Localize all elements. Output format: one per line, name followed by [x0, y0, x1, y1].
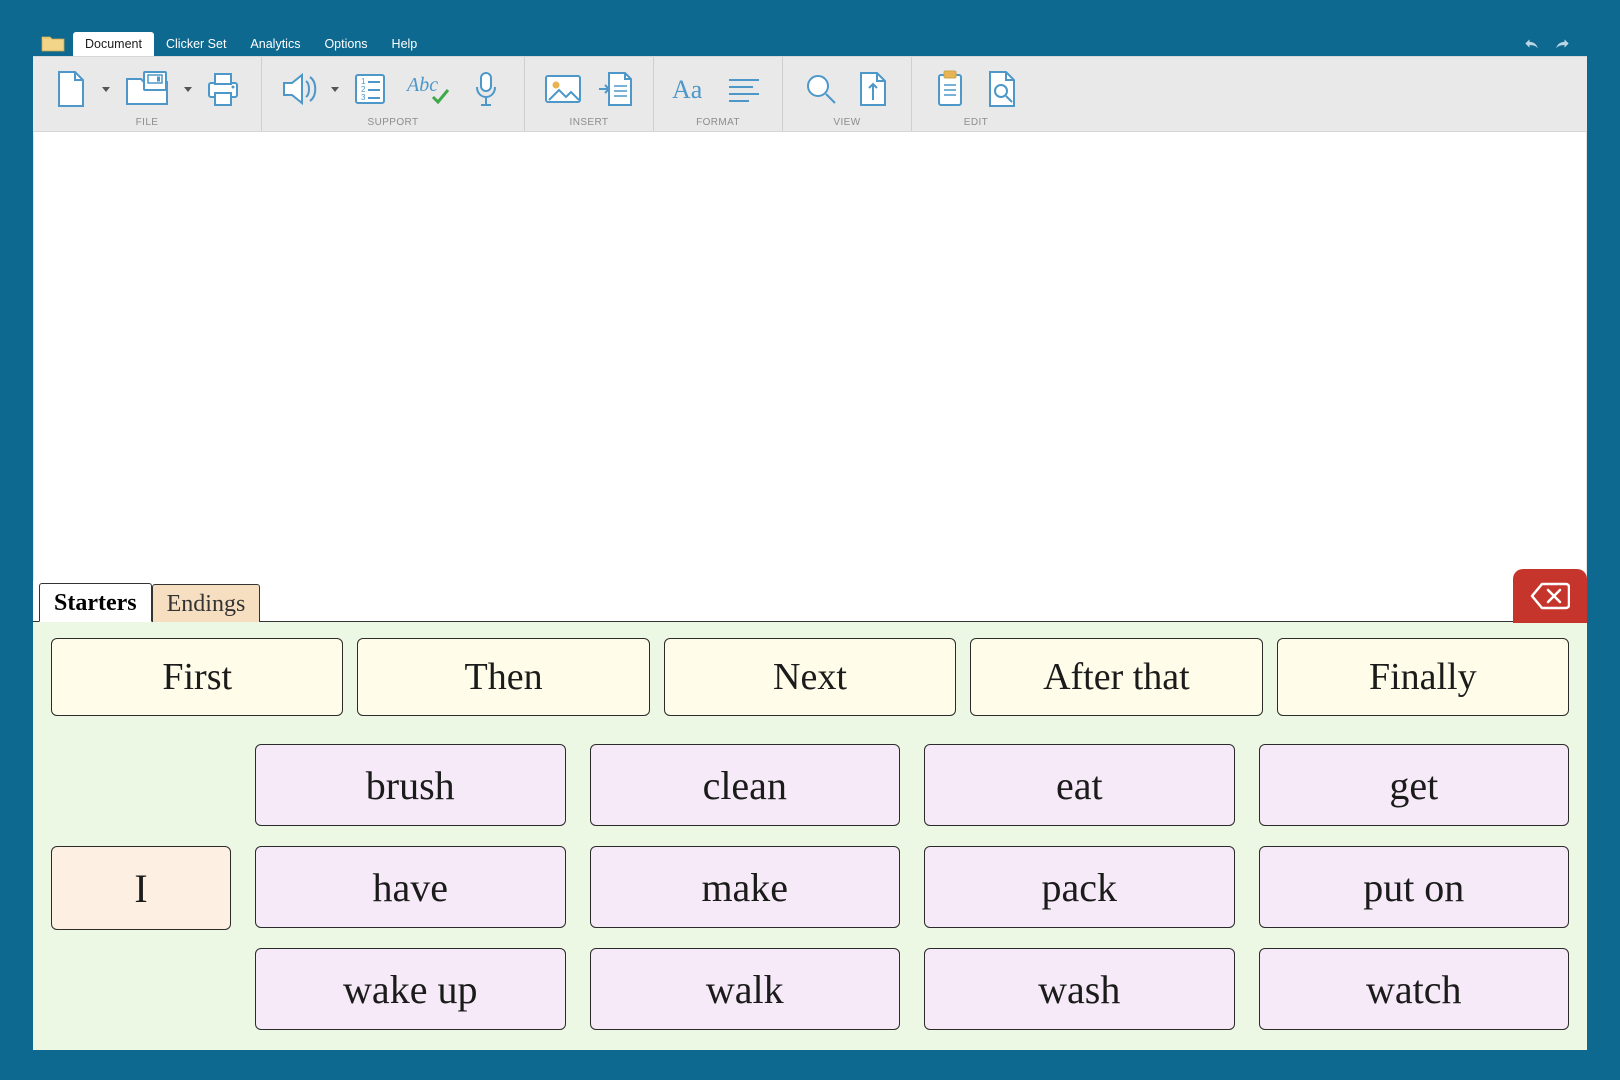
clipboard-button[interactable] — [926, 65, 974, 113]
document-area[interactable] — [33, 132, 1587, 581]
verb-word-button[interactable]: watch — [1259, 948, 1570, 1030]
ribbon-group-edit: EDIT — [912, 57, 1040, 131]
starter-row: FirstThenNextAfter thatFinally — [51, 638, 1569, 716]
svg-text:Abc: Abc — [405, 74, 438, 96]
ribbon-label-file: FILE — [33, 117, 261, 129]
starter-word-button[interactable]: Then — [357, 638, 649, 716]
ribbon-label-format: FORMAT — [654, 117, 782, 129]
ribbon-group-format: Aa FORMAT — [654, 57, 783, 131]
menu-tab-help[interactable]: Help — [380, 32, 430, 56]
menu-tab-options[interactable]: Options — [312, 32, 379, 56]
layout-view-button[interactable] — [849, 65, 897, 113]
menu-bar: DocumentClicker SetAnalyticsOptionsHelp — [33, 30, 1587, 56]
app-folder-icon[interactable] — [33, 30, 73, 56]
ribbon-group-insert: INSERT — [525, 57, 654, 131]
font-button[interactable]: Aa — [668, 65, 716, 113]
menu-tab-clicker-set[interactable]: Clicker Set — [154, 32, 238, 56]
ribbon-label-support: SUPPORT — [262, 117, 524, 129]
speak-dropdown[interactable] — [328, 65, 342, 113]
verb-word-button[interactable]: pack — [924, 846, 1235, 928]
verb-word-button[interactable]: eat — [924, 744, 1235, 826]
grid-tab-starters[interactable]: Starters — [39, 583, 152, 622]
verb-word-button[interactable]: clean — [590, 744, 901, 826]
speak-button[interactable] — [276, 65, 324, 113]
insert-picture-button[interactable] — [539, 65, 587, 113]
redo-icon[interactable] — [1551, 36, 1573, 56]
menu-tab-document[interactable]: Document — [73, 32, 154, 56]
subject-word-button[interactable]: I — [51, 846, 231, 930]
ribbon-label-view: VIEW — [783, 117, 911, 129]
verb-word-button[interactable]: wake up — [255, 948, 566, 1030]
find-in-doc-button[interactable] — [978, 65, 1026, 113]
verb-word-button[interactable]: wash — [924, 948, 1235, 1030]
svg-text:3: 3 — [361, 93, 366, 102]
grid-tab-endings[interactable]: Endings — [152, 584, 261, 622]
save-open-dropdown[interactable] — [181, 65, 195, 113]
save-open-button[interactable] — [117, 65, 177, 113]
new-document-button[interactable] — [47, 65, 95, 113]
starter-word-button[interactable]: First — [51, 638, 343, 716]
spellcheck-button[interactable]: Abc — [398, 65, 458, 113]
delete-word-button[interactable] — [1513, 569, 1587, 623]
verb-word-button[interactable]: brush — [255, 744, 566, 826]
verb-word-button[interactable]: put on — [1259, 846, 1570, 928]
menu-tab-analytics[interactable]: Analytics — [238, 32, 312, 56]
starter-word-button[interactable]: Finally — [1277, 638, 1569, 716]
starter-word-button[interactable]: Next — [664, 638, 956, 716]
print-button[interactable] — [199, 65, 247, 113]
ribbon-group-file: FILE — [33, 57, 262, 131]
new-document-dropdown[interactable] — [99, 65, 113, 113]
ribbon-group-view: VIEW — [783, 57, 912, 131]
svg-text:Aa: Aa — [672, 75, 703, 104]
undo-icon[interactable] — [1521, 36, 1543, 56]
ribbon-label-insert: INSERT — [525, 117, 653, 129]
predictor-button[interactable]: 1 2 3 — [346, 65, 394, 113]
ribbon-group-support: 1 2 3 Abc — [262, 57, 525, 131]
zoom-button[interactable] — [797, 65, 845, 113]
paragraph-button[interactable] — [720, 65, 768, 113]
verb-grid: Ibrush clean eatget have make pack put on wake … — [51, 744, 1569, 1032]
starter-word-button[interactable]: After that — [970, 638, 1262, 716]
ribbon-label-edit: EDIT — [912, 117, 1040, 129]
microphone-button[interactable] — [462, 65, 510, 113]
insert-text-button[interactable] — [591, 65, 639, 113]
verb-word-button[interactable]: make — [590, 846, 901, 928]
verb-word-button[interactable]: have — [255, 846, 566, 928]
app-window: DocumentClicker SetAnalyticsOptionsHelp — [33, 30, 1587, 1050]
word-grid-panel: StartersEndings FirstThenNextAfter thatF… — [33, 581, 1587, 1050]
verb-word-button[interactable]: walk — [590, 948, 901, 1030]
verb-word-button[interactable]: get — [1259, 744, 1570, 826]
ribbon-toolbar: FILE 1 2 3 — [33, 56, 1587, 132]
